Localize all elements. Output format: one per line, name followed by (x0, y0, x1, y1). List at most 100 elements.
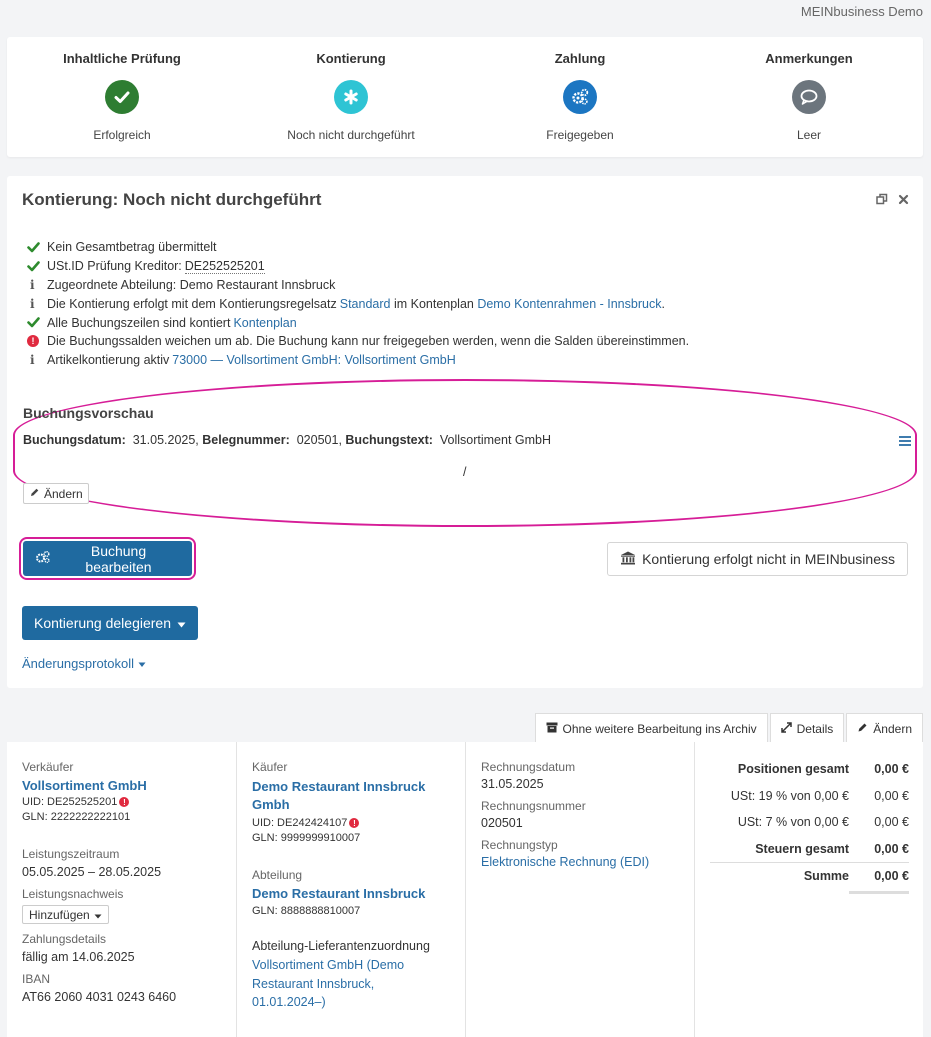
step-title: Kontierung (316, 51, 386, 66)
check-text-mid: im Kontenplan (390, 296, 478, 311)
check-text: Zugeordnete Abteilung: Demo Restaurant I… (47, 277, 336, 292)
gears-icon (563, 80, 597, 114)
text-label: Buchungstext: (345, 433, 433, 447)
abteilung-link[interactable]: Demo Restaurant Innsbruck (252, 886, 450, 901)
check-item: Kein Gesamtbetrag übermittelt (27, 238, 689, 257)
abteilung-gln: GLN: 8888888810007 (252, 905, 361, 917)
comment-icon (792, 80, 826, 114)
check-item: i Die Kontierung erfolgt mit dem Kontier… (27, 294, 689, 313)
check-icon (105, 80, 139, 114)
preview-separator: / (463, 465, 467, 479)
zahlung-label: Zahlungsdetails (22, 932, 107, 946)
preview-edit-button[interactable]: Ändern (23, 483, 89, 504)
totals-row: USt: 19 % von 0,00 € 0,00 € (710, 783, 909, 810)
rechnungstyp-link[interactable]: Elektronische Rechnung (EDI) (481, 855, 679, 869)
tab-label: Ohne weitere Bearbeitung ins Archiv (562, 721, 757, 736)
beleg-label: Belegnummer: (202, 433, 290, 447)
rechnungsdatum-label: Rechnungsdatum (481, 760, 576, 774)
warning-icon: ! (119, 797, 130, 808)
check-text-end: . (661, 296, 665, 311)
step-title: Anmerkungen (765, 51, 853, 66)
dropdown-label: Hinzufügen (29, 907, 90, 922)
buchung-bearbeiten-button[interactable]: Buchung bearbeiten (23, 541, 192, 576)
zeitraum-value: 05.05.2025 – 28.05.2025 (22, 865, 162, 879)
archive-icon (546, 722, 558, 736)
check-item: ! Die Buchungssalden weichen um ab. Die … (27, 332, 689, 351)
step-zahlung[interactable]: Zahlung Freigegeben (465, 37, 695, 142)
caret-down-icon (177, 615, 186, 631)
step-kontierung[interactable]: Kontierung Noch nicht durchgeführt (236, 37, 466, 142)
close-icon[interactable] (898, 193, 909, 208)
totals-value: 0,00 € (874, 868, 909, 883)
step-inhaltliche-pruefung[interactable]: Inhaltliche Prüfung Erfolgreich (7, 37, 237, 142)
check-text: Artikelkontierung aktiv (47, 353, 170, 368)
totals-row: Positionen gesamt 0,00 € (710, 756, 909, 783)
nachweis-label: Leistungsnachweis (22, 887, 124, 901)
zuordnung-link[interactable]: Vollsortiment GmbH (Demo Restaurant Inns… (252, 956, 427, 1012)
totals-row: USt: 7 % von 0,00 € 0,00 € (710, 809, 909, 836)
buchungstext-value: Vollsortiment GmbH (439, 433, 552, 447)
ustid-value: DE252525201 (184, 258, 265, 274)
iban-value: AT66 2060 4031 0243 6460 (22, 990, 177, 1004)
seller-column: Verkäufer Vollsortiment GmbH UID: DE2525… (7, 742, 237, 1037)
totals-value: 0,00 € (874, 788, 909, 803)
seller-name-link[interactable]: Vollsortiment GmbH (22, 778, 221, 793)
totals-key: USt: 7 % von 0,00 € (737, 815, 849, 830)
check-item: USt.ID Prüfung Kreditor: DE252525201 (27, 257, 689, 276)
buyer-gln: GLN: 9999999910007 (252, 832, 361, 844)
tab-label: Details (796, 721, 834, 736)
nachweis-add-dropdown[interactable]: Hinzufügen (22, 905, 109, 924)
kontenplan-link[interactable]: Kontenplan (233, 316, 296, 330)
details-tab[interactable]: Details (769, 713, 845, 743)
warning-icon: ! (349, 818, 360, 829)
panel-controls (876, 193, 909, 208)
organization-name: MEINbusiness Demo (800, 4, 923, 19)
invoice-meta-column: Rechnungsdatum 31.05.2025 Rechnungsnumme… (466, 742, 695, 1037)
zahlung-value: fällig am 14.06.2025 (22, 950, 135, 964)
pencil-icon (857, 722, 868, 736)
check-text: Die Buchungssalden weichen um ab. Die Bu… (47, 334, 690, 349)
kontierung-delegieren-button[interactable]: Kontierung delegieren (22, 606, 198, 640)
aendern-tab[interactable]: Ändern (846, 713, 923, 743)
info-icon: i (30, 277, 35, 292)
zeitraum-label: Leistungszeitraum (22, 847, 120, 861)
buyer-column: Käufer Demo Restaurant Innsbruck Gmbh UI… (237, 742, 466, 1037)
menu-icon[interactable] (899, 434, 911, 449)
invoice-action-tabs: Ohne weitere Bearbeitung ins Archiv Deta… (533, 713, 923, 743)
totals-row: Steuern gesamt 0,00 € (710, 836, 909, 863)
preview-title: Buchungsvorschau (23, 405, 154, 421)
buyer-label: Käufer (252, 760, 288, 774)
check-item: i Zugeordnete Abteilung: Demo Restaurant… (27, 276, 689, 295)
step-status: Freigegeben (546, 128, 614, 142)
buchungsdatum-value: 31.05.2025 (132, 433, 196, 447)
kontenplan-link[interactable]: Demo Kontenrahmen - Innsbruck (477, 297, 661, 311)
protokoll-label: Änderungsprotokoll (22, 656, 135, 671)
button-label: Buchung bearbeiten (85, 542, 152, 575)
step-title: Zahlung (554, 51, 606, 66)
seller-gln: GLN: 2222222222101 (22, 811, 131, 823)
check-text: Alle Buchungszeilen sind kontiert (47, 315, 231, 330)
regelsatz-link[interactable]: Standard (340, 297, 391, 311)
aenderungsprotokoll-toggle[interactable]: Änderungsprotokoll (22, 656, 146, 671)
step-status: Leer (796, 128, 822, 142)
step-anmerkungen[interactable]: Anmerkungen Leer (694, 37, 924, 142)
restore-window-icon[interactable] (876, 193, 888, 208)
asterisk-icon (334, 80, 368, 114)
kontierung-nicht-in-meinbusiness-button[interactable]: Kontierung erfolgt nicht in MEINbusiness (607, 542, 908, 576)
artikelkontierung-link[interactable]: 73000 — Vollsortiment GmbH: Vollsortimen… (172, 353, 455, 367)
caret-down-icon (94, 908, 102, 922)
archive-tab[interactable]: Ohne weitere Bearbeitung ins Archiv (534, 713, 768, 743)
totals-row: Summe 0,00 € (710, 862, 909, 889)
buchung-bearbeiten-highlight: Buchung bearbeiten (19, 537, 196, 580)
rechnungstyp-label: Rechnungstyp (481, 838, 558, 852)
step-title: Inhaltliche Prüfung (63, 51, 181, 66)
button-label: Kontierung delegieren (34, 615, 171, 631)
preview-details: Buchungsdatum: 31.05.2025, Belegnummer: … (23, 433, 552, 447)
bank-icon (620, 551, 636, 568)
check-text: Die Kontierung erfolgt mit dem Kontierun… (47, 296, 337, 311)
totals-key: USt: 19 % von 0,00 € (730, 788, 849, 803)
step-status: Erfolgreich (93, 128, 151, 142)
buyer-name-link[interactable]: Demo Restaurant Innsbruck Gmbh (252, 778, 432, 814)
iban-label: IBAN (22, 972, 51, 986)
check-icon (27, 242, 47, 253)
